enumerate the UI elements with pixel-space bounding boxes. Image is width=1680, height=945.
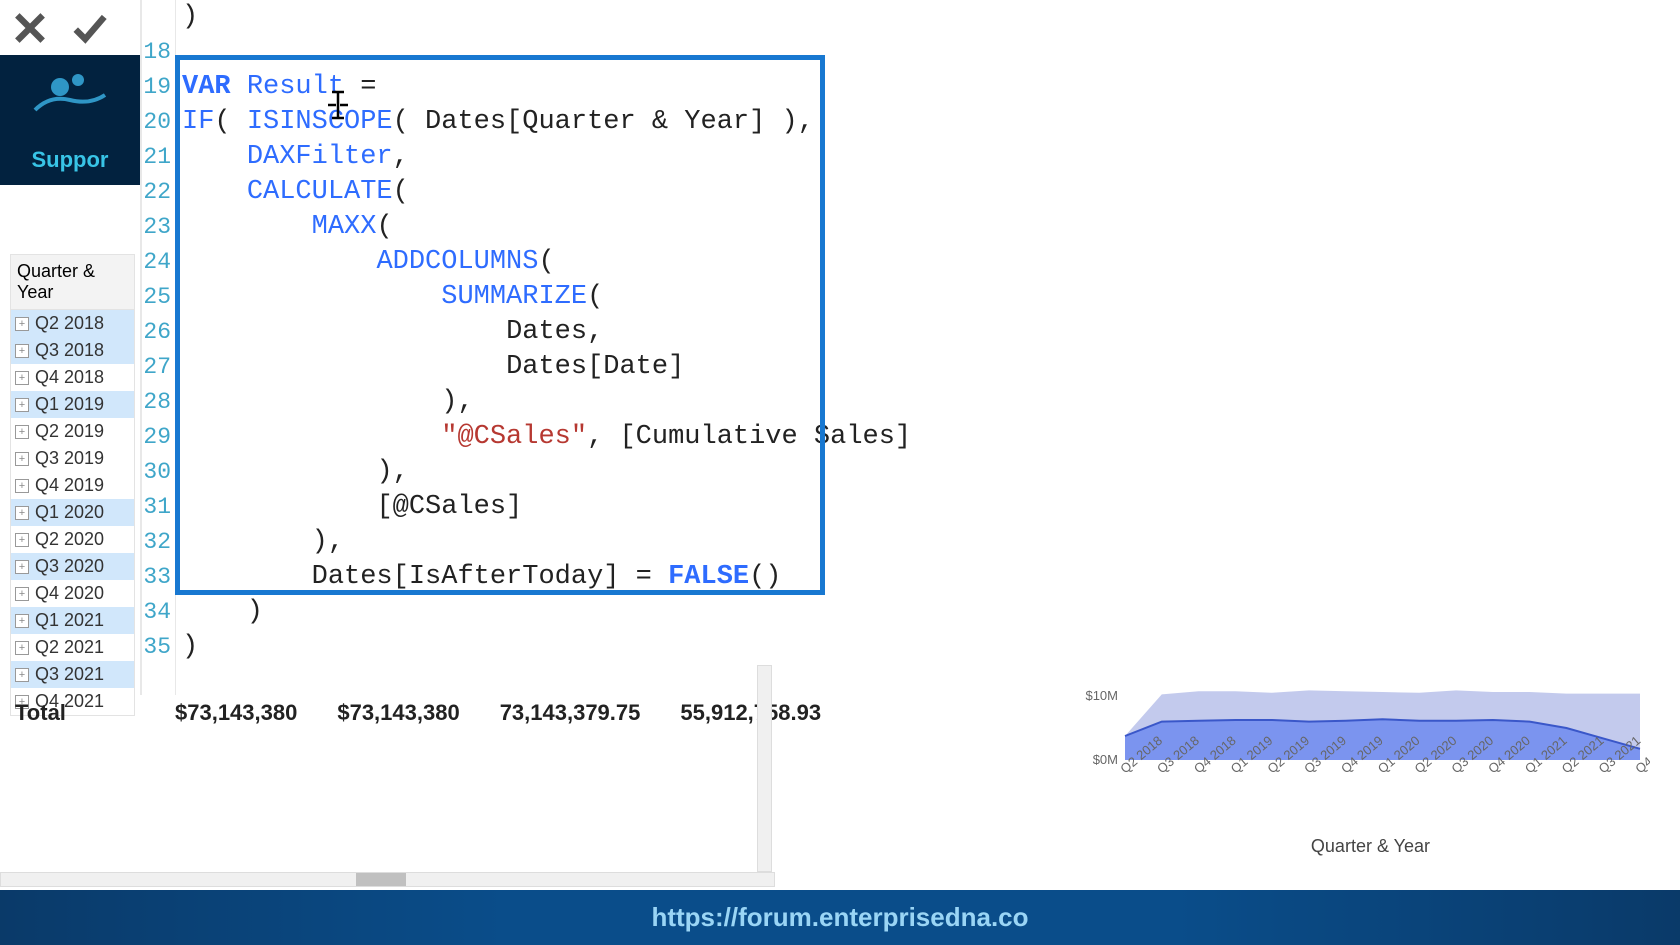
line-number xyxy=(142,0,175,35)
totals-value-3: 73,143,379.75 xyxy=(500,700,641,726)
line-number: 18 xyxy=(142,35,175,70)
slicer-item-q3-2018[interactable]: Q3 2018 xyxy=(11,337,134,364)
slicer-item-q1-2021[interactable]: Q1 2021 xyxy=(11,607,134,634)
slicer-item-label: Q4 2020 xyxy=(35,583,104,604)
forum-link[interactable]: https://forum.enterprisedna.co xyxy=(651,902,1028,933)
line-number: 22 xyxy=(142,175,175,210)
slicer-item-q2-2019[interactable]: Q2 2019 xyxy=(11,418,134,445)
totals-value-2: $73,143,380 xyxy=(337,700,459,726)
slicer-item-label: Q1 2020 xyxy=(35,502,104,523)
slicer-item-label: Q3 2019 xyxy=(35,448,104,469)
line-number: 35 xyxy=(142,630,175,665)
slicer-item-q4-2019[interactable]: Q4 2019 xyxy=(11,472,134,499)
line-number: 25 xyxy=(142,280,175,315)
expand-icon[interactable] xyxy=(15,425,29,439)
line-number: 33 xyxy=(142,560,175,595)
totals-label: Total xyxy=(15,700,115,726)
expand-icon[interactable] xyxy=(15,506,29,520)
totals-value-1: $73,143,380 xyxy=(175,700,297,726)
slicer-item-q4-2018[interactable]: Q4 2018 xyxy=(11,364,134,391)
support-label: Suppor xyxy=(32,147,109,173)
slicer-item-q2-2020[interactable]: Q2 2020 xyxy=(11,526,134,553)
support-logo-tile: Suppor xyxy=(0,55,140,185)
slicer-item-q3-2019[interactable]: Q3 2019 xyxy=(11,445,134,472)
slicer-header: Quarter & Year xyxy=(10,254,135,310)
expand-icon[interactable] xyxy=(15,479,29,493)
line-number: 28 xyxy=(142,385,175,420)
expand-icon[interactable] xyxy=(15,452,29,466)
line-number: 32 xyxy=(142,525,175,560)
horizontal-scrollbar[interactable] xyxy=(0,872,775,887)
slicer-item-q3-2020[interactable]: Q3 2020 xyxy=(11,553,134,580)
expand-icon[interactable] xyxy=(15,668,29,682)
slicer-item-q1-2020[interactable]: Q1 2020 xyxy=(11,499,134,526)
code-content[interactable]: ) VAR Result = IF( ISINSCOPE( Dates[Quar… xyxy=(176,0,1680,665)
slicer-item-label: Q4 2019 xyxy=(35,475,104,496)
slicer-item-label: Q1 2021 xyxy=(35,610,104,631)
vertical-scrollbar[interactable] xyxy=(757,665,772,872)
svg-text:$10M: $10M xyxy=(1085,688,1118,703)
slicer-item-q2-2018[interactable]: Q2 2018 xyxy=(11,310,134,337)
slicer-item-q1-2019[interactable]: Q1 2019 xyxy=(11,391,134,418)
expand-icon[interactable] xyxy=(15,587,29,601)
totals-row: Total $73,143,380 $73,143,380 73,143,379… xyxy=(15,700,821,726)
text-cursor-icon xyxy=(327,90,349,125)
expand-icon[interactable] xyxy=(15,371,29,385)
slicer-item-label: Q2 2020 xyxy=(35,529,104,550)
expand-icon[interactable] xyxy=(15,317,29,331)
expand-icon[interactable] xyxy=(15,533,29,547)
slicer-item-label: Q1 2019 xyxy=(35,394,104,415)
slicer-item-label: Q3 2021 xyxy=(35,664,104,685)
slicer-item-q3-2021[interactable]: Q3 2021 xyxy=(11,661,134,688)
line-number-gutter: 181920212223242526272829303132333435 xyxy=(142,0,176,695)
footer-bar: https://forum.enterprisedna.co xyxy=(0,890,1680,945)
expand-icon[interactable] xyxy=(15,641,29,655)
line-number: 21 xyxy=(142,140,175,175)
cancel-button[interactable] xyxy=(0,0,60,55)
confirm-button[interactable] xyxy=(60,0,120,55)
line-number: 20 xyxy=(142,105,175,140)
line-number: 19 xyxy=(142,70,175,105)
quarter-year-slicer[interactable]: Quarter & Year Q2 2018 Q3 2018 Q4 2018 Q1 2… xyxy=(10,254,135,716)
line-number: 29 xyxy=(142,420,175,455)
line-number: 26 xyxy=(142,315,175,350)
slicer-item-label: Q2 2021 xyxy=(35,637,104,658)
gear-hands-icon xyxy=(30,65,110,130)
expand-icon[interactable] xyxy=(15,614,29,628)
slicer-item-q2-2021[interactable]: Q2 2021 xyxy=(11,634,134,661)
slicer-item-label: Q3 2020 xyxy=(35,556,104,577)
line-number: 24 xyxy=(142,245,175,280)
svg-text:$0M: $0M xyxy=(1093,752,1118,767)
dax-editor[interactable]: 181920212223242526272829303132333435 ) V… xyxy=(140,0,1680,695)
slicer-item-q4-2020[interactable]: Q4 2020 xyxy=(11,580,134,607)
line-number: 34 xyxy=(142,595,175,630)
line-number: 27 xyxy=(142,350,175,385)
slicer-item-label: Q3 2018 xyxy=(35,340,104,361)
area-chart[interactable]: $10M$0MQ2 2018Q3 2018Q4 2018Q1 2019Q2 20… xyxy=(1070,670,1650,860)
expand-icon[interactable] xyxy=(15,560,29,574)
expand-icon[interactable] xyxy=(15,398,29,412)
line-number: 31 xyxy=(142,490,175,525)
expand-icon[interactable] xyxy=(15,344,29,358)
slicer-item-label: Q4 2018 xyxy=(35,367,104,388)
line-number: 23 xyxy=(142,210,175,245)
slicer-item-label: Q2 2019 xyxy=(35,421,104,442)
slicer-item-label: Q2 2018 xyxy=(35,313,104,334)
line-number: 30 xyxy=(142,455,175,490)
totals-value-4: 55,912,758.93 xyxy=(680,700,821,726)
chart-x-axis-title: Quarter & Year xyxy=(1311,836,1430,857)
